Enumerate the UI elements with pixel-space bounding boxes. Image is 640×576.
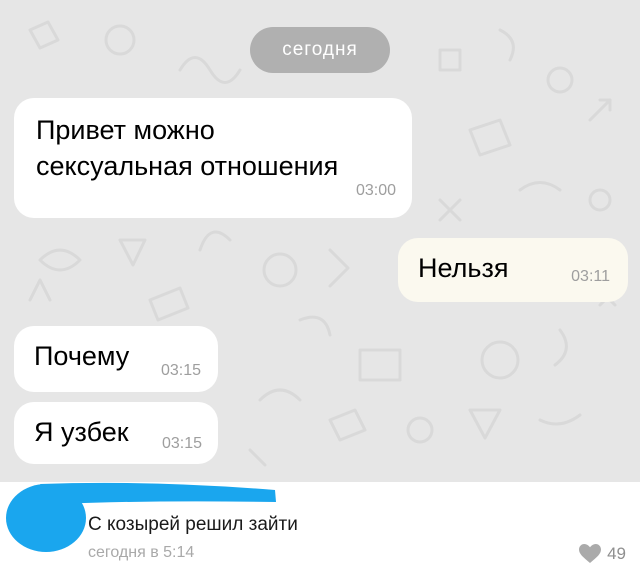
comment-text: С козырей решил зайти (88, 514, 298, 535)
message-text: Привет можно сексуальная отношения (36, 115, 339, 181)
message-text: Почему (34, 341, 130, 371)
message-time: 03:15 (161, 362, 202, 379)
date-separator: сегодня (250, 27, 390, 73)
incoming-message[interactable]: Почему 03:15 (14, 326, 218, 392)
incoming-message[interactable]: Я узбек 03:15 (14, 402, 218, 464)
message-text: Нельзя (418, 253, 509, 283)
incoming-message[interactable]: Привет можно сексуальная отношения 03:00 (14, 98, 412, 218)
message-time: 03:15 (162, 435, 203, 452)
heart-icon (579, 544, 602, 563)
message-time: 03:00 (355, 182, 396, 199)
message-text: Я узбек (34, 417, 129, 447)
outgoing-message[interactable]: Нельзя 03:11 (398, 238, 628, 302)
chat-screenshot: сегодня Привет можно сексуальная отношен… (0, 0, 640, 482)
like-button[interactable]: 49 (579, 544, 626, 564)
comment-timestamp: сегодня в 5:14 (88, 544, 195, 561)
comment-row: С козырей решил зайти сегодня в 5:14 49 (0, 482, 640, 576)
message-time: 03:11 (571, 268, 610, 285)
like-count: 49 (607, 544, 626, 563)
